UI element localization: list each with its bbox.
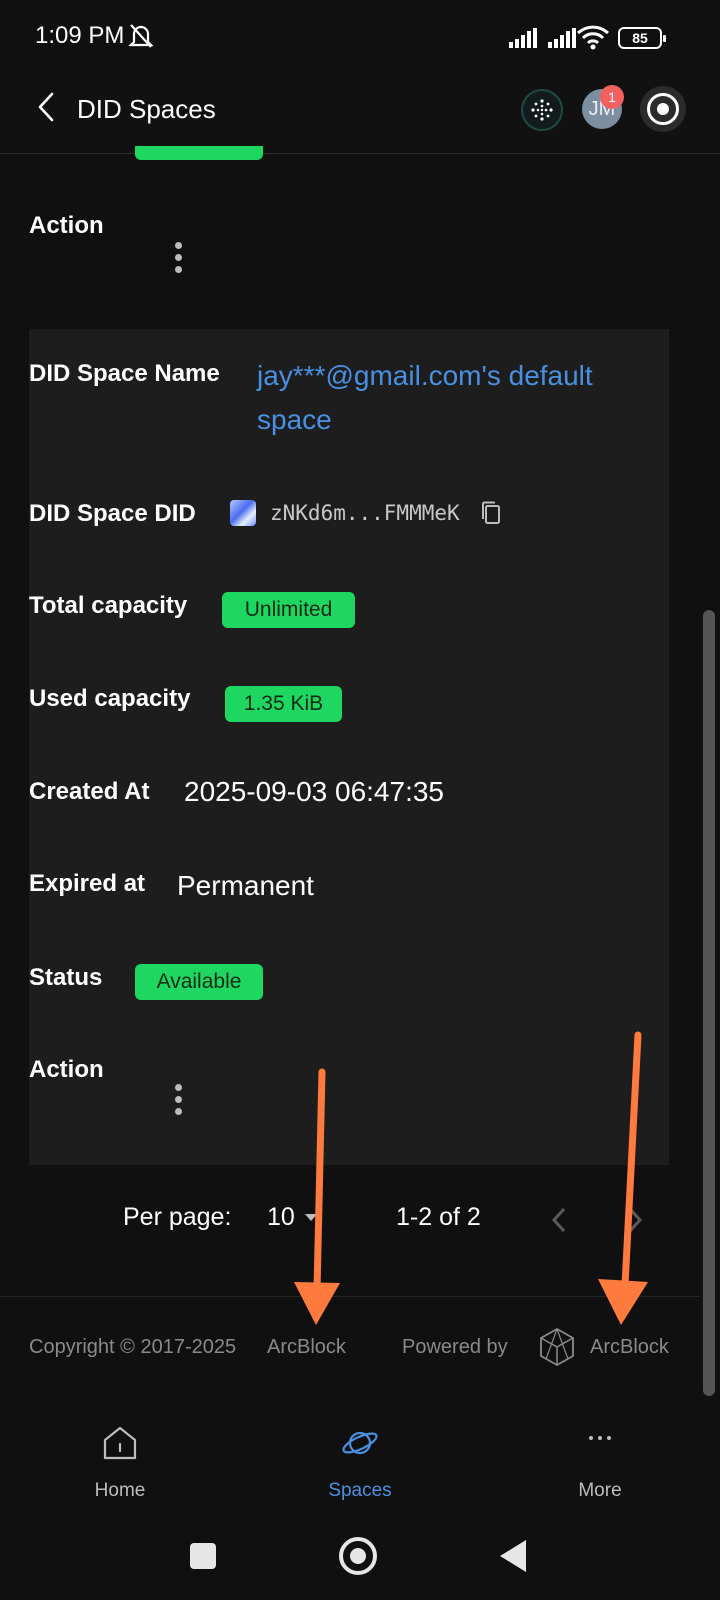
powered-by-text: Powered by: [402, 1336, 508, 1358]
scrollbar[interactable]: [703, 610, 715, 1396]
total-capacity-label: Total capacity: [29, 592, 188, 619]
space-name-label: DID Space Name: [29, 360, 220, 387]
bell-muted-icon: [128, 24, 154, 48]
nav-label-spaces: Spaces: [328, 1480, 392, 1501]
per-page-value: 10: [267, 1203, 295, 1231]
dropdown-arrow-icon: [305, 1214, 317, 1221]
status-label: Status: [29, 964, 103, 991]
did-avatar-icon: [230, 500, 256, 526]
previous-page-icon[interactable]: [551, 1207, 567, 1233]
home-icon: [103, 1426, 137, 1460]
did-space-card: [29, 329, 669, 1165]
wifi-icon: [576, 25, 610, 50]
record-button[interactable]: [640, 86, 686, 132]
nav-item-spaces[interactable]: Spaces: [300, 1420, 420, 1510]
more-icon: [589, 1436, 611, 1440]
battery-indicator: 85: [618, 27, 666, 49]
back-arrow-icon[interactable]: [36, 92, 56, 122]
used-capacity-label: Used capacity: [29, 685, 191, 712]
per-page-label: Per page:: [123, 1203, 232, 1231]
signal-icon-2: [548, 28, 576, 48]
nav-label-home: Home: [94, 1480, 146, 1501]
signal-icon: [509, 28, 537, 48]
action-label-previous: Action: [29, 212, 104, 239]
planet-icon: [342, 1431, 378, 1455]
nav-item-home[interactable]: Home: [60, 1420, 180, 1510]
used-capacity-badge: 1.35 KiB: [225, 686, 342, 722]
space-name-link[interactable]: jay***@gmail.com's default space: [257, 354, 647, 442]
notification-badge: 1: [600, 85, 624, 109]
space-did-value: zNKd6m...FMMMeK: [270, 501, 460, 525]
status-time: 1:09 PM: [35, 22, 125, 49]
created-at-value: 2025-09-03 06:47:35: [184, 776, 444, 807]
did-wallet-button[interactable]: [521, 89, 563, 131]
expired-at-value: Permanent: [177, 870, 314, 901]
did-logo-icon: [531, 99, 553, 121]
status-badge-previous: [135, 146, 263, 160]
nav-item-more[interactable]: More: [540, 1420, 660, 1510]
copyright-text: Copyright © 2017-2025: [29, 1336, 237, 1358]
back-system-button[interactable]: [500, 1540, 526, 1572]
arcblock-brand-link[interactable]: ArcBlock: [590, 1336, 669, 1359]
footer-divider: [0, 1296, 700, 1297]
next-page-icon[interactable]: [627, 1207, 643, 1233]
per-page-select[interactable]: 10: [262, 1198, 332, 1238]
record-dot-icon: [657, 103, 669, 115]
recents-button[interactable]: [190, 1543, 216, 1569]
created-at-label: Created At: [29, 778, 150, 805]
more-vert-icon[interactable]: [175, 242, 183, 278]
action-label: Action: [29, 1056, 104, 1083]
home-system-button[interactable]: [339, 1537, 377, 1575]
status-badge: Available: [135, 964, 263, 1000]
total-capacity-badge: Unlimited: [222, 592, 355, 628]
page-range: 1-2 of 2: [396, 1203, 481, 1231]
expired-at-label: Expired at: [29, 870, 146, 897]
copyright-link[interactable]: ArcBlock: [267, 1336, 346, 1359]
nav-label-more: More: [578, 1480, 622, 1501]
more-vert-icon-card[interactable]: [175, 1084, 183, 1120]
arcblock-logo-icon: [540, 1327, 574, 1367]
copy-icon[interactable]: [480, 500, 502, 526]
space-did-label: DID Space DID: [29, 500, 196, 527]
page-title: DID Spaces: [77, 94, 216, 124]
